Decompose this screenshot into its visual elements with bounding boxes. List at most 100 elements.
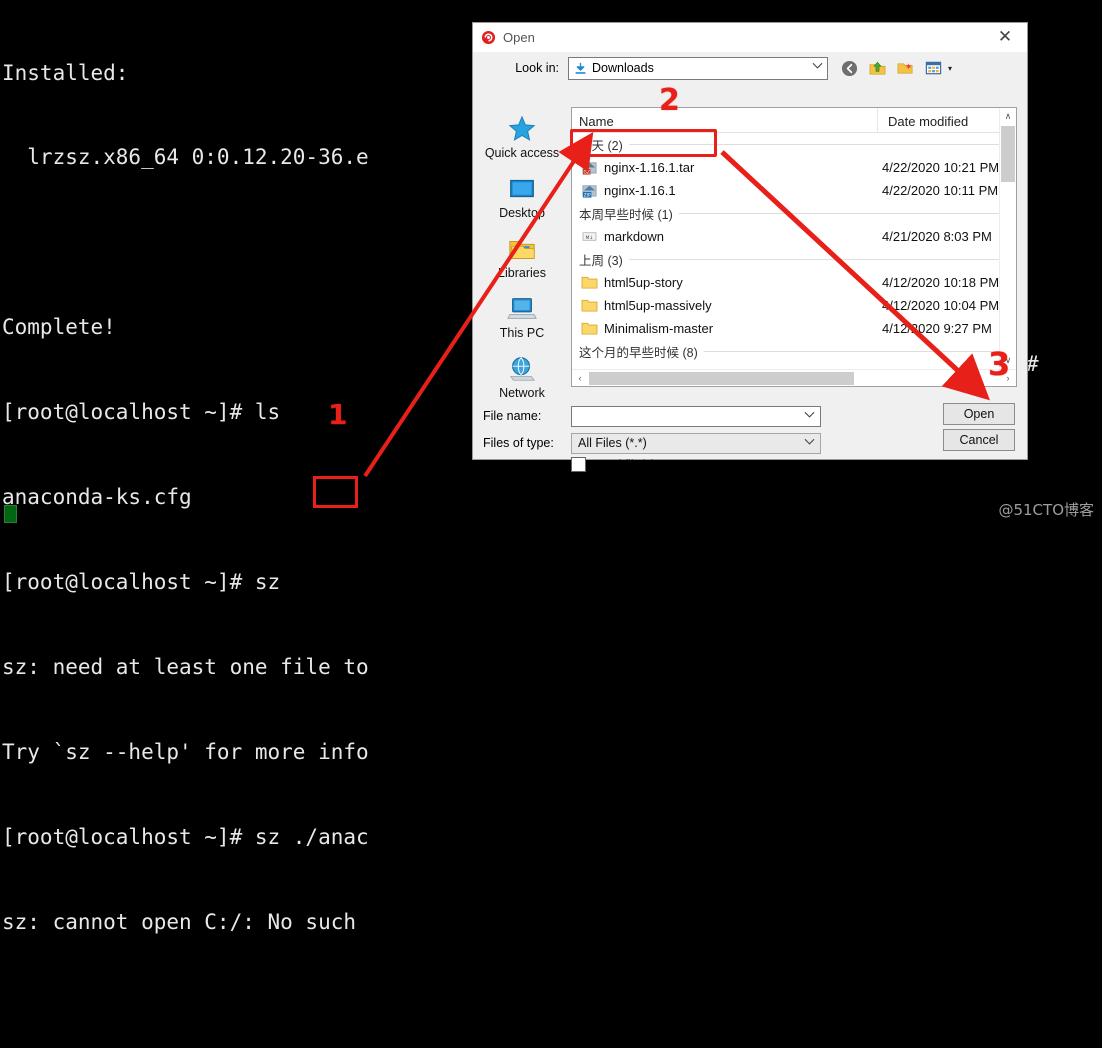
file-date: 4/21/2020 8:03 PM — [882, 229, 992, 244]
terminal-cursor — [4, 505, 17, 523]
chevron-down-icon[interactable] — [804, 410, 815, 422]
file-name: nginx-1.16.1 — [604, 183, 676, 198]
open-file-dialog[interactable]: Open ✕ Look in: Downloads ▾ Quick access… — [472, 22, 1028, 472]
sidebar-item-libraries[interactable]: Libraries — [477, 233, 567, 291]
downloads-icon — [574, 62, 587, 75]
views-caret-icon[interactable]: ▾ — [948, 64, 952, 73]
dialog-title-bar: Open ✕ — [473, 23, 1027, 52]
ascii-checkbox[interactable] — [571, 457, 586, 472]
file-name-row: File name: — [481, 405, 1021, 427]
scroll-up-icon[interactable]: ∧ — [1000, 108, 1016, 125]
annotation-box-rz-command — [313, 476, 358, 508]
places-sidebar[interactable]: Quick access Desktop Libraries This PC N… — [475, 107, 569, 413]
dialog-title: Open — [503, 29, 535, 45]
file-date: 4/12/2020 10:18 PM — [882, 275, 1000, 290]
file-name-input[interactable] — [571, 405, 821, 427]
table-row[interactable]: html5up-massively 4/12/2020 10:04 PM — [572, 294, 1016, 317]
archive-zip-icon: ZIP — [579, 182, 599, 199]
file-date: 4/12/2020 9:27 PM — [882, 321, 992, 336]
app-logo-icon — [481, 30, 496, 45]
group-header[interactable]: 本周早些时候 (1) — [572, 202, 1016, 225]
ascii-checkbox-label: Send file(s) as ASCII — [592, 457, 708, 472]
group-header[interactable]: 这个月的早些时候 (8) — [572, 340, 1016, 363]
sidebar-item-quick-access[interactable]: Quick access — [477, 113, 567, 171]
look-in-label: Look in: — [515, 61, 559, 75]
table-row[interactable]: Minimalism-master 4/12/2020 9:27 PM — [572, 317, 1016, 340]
chevron-down-icon[interactable] — [804, 437, 815, 449]
sidebar-item-label: Libraries — [498, 266, 546, 280]
file-name-label: File name: — [483, 409, 542, 423]
back-icon[interactable] — [839, 58, 860, 79]
svg-text:GZ: GZ — [583, 169, 589, 175]
file-name: nginx-1.16.1.tar — [604, 160, 695, 175]
group-divider — [628, 259, 1012, 260]
sidebar-item-this-pc[interactable]: This PC — [477, 293, 567, 351]
close-icon[interactable]: ✕ — [983, 23, 1027, 51]
folder-icon — [579, 321, 599, 336]
vertical-scroll-thumb[interactable] — [1001, 126, 1015, 182]
archive-gz-icon: GZ — [579, 159, 599, 176]
sidebar-item-label: Quick access — [484, 146, 560, 160]
group-header[interactable]: 上周 (3) — [572, 248, 1016, 271]
new-folder-icon[interactable] — [895, 58, 916, 79]
annotation-number-2: 2 — [659, 83, 680, 118]
chevron-down-icon[interactable] — [812, 61, 823, 73]
file-list-rows[interactable]: 昨天 (2) GZ nginx-1.16.1.tar 4/22/2020 10:… — [572, 133, 1016, 386]
file-name: html5up-story — [604, 275, 683, 290]
group-header-label: 本周早些时候 (1) — [579, 208, 673, 222]
star-icon — [507, 113, 537, 145]
terminal-line: sz: cannot open C:/: No such — [2, 909, 357, 934]
sidebar-item-label: Network — [499, 386, 545, 400]
markdown-file-icon: M↓ — [579, 230, 599, 243]
terminal-line: [root@localhost ~]# sz — [2, 569, 281, 594]
look-in-dropdown[interactable]: Downloads — [568, 56, 828, 80]
table-row[interactable]: M↓ markdown 4/21/2020 8:03 PM — [572, 225, 1016, 248]
folder-icon — [579, 275, 599, 290]
file-date: 4/22/2020 10:21 PM — [882, 160, 1000, 175]
files-of-type-label: Files of type: — [483, 436, 554, 450]
table-row[interactable]: ZIP nginx-1.16.1 4/22/2020 10:11 PM — [572, 179, 1016, 202]
group-header-label: 这个月的早些时候 (8) — [579, 346, 698, 360]
ascii-checkbox-row[interactable]: Send file(s) as ASCII — [571, 457, 707, 472]
folder-icon — [579, 298, 599, 313]
this-pc-icon — [507, 293, 537, 325]
table-row[interactable]: html5up-story 4/12/2020 10:18 PM — [572, 271, 1016, 294]
file-name: html5up-massively — [604, 298, 712, 313]
horizontal-scroll-thumb[interactable] — [589, 371, 854, 385]
svg-text:M↓: M↓ — [585, 235, 593, 241]
network-icon — [507, 353, 537, 385]
terminal-line: anaconda-ks.cfg — [2, 485, 192, 510]
file-date: 4/22/2020 10:11 PM — [882, 183, 999, 198]
cancel-button[interactable]: Cancel — [943, 429, 1015, 451]
sidebar-item-desktop[interactable]: Desktop — [477, 173, 567, 231]
dialog-toolbar[interactable]: ▾ — [839, 58, 952, 79]
terminal-line: sz: need at least one file to — [2, 654, 369, 679]
terminal-line: [root@localhost ~]# sz ./anac — [2, 824, 369, 849]
column-header-date[interactable]: Date modified — [877, 108, 968, 132]
annotation-number-3: 3 — [988, 345, 1011, 383]
svg-text:ZIP: ZIP — [583, 192, 590, 198]
sidebar-item-label: Desktop — [499, 206, 545, 220]
files-of-type-dropdown[interactable]: All Files (*.*) — [571, 432, 821, 454]
files-of-type-value: All Files (*.*) — [578, 436, 647, 450]
look-in-bar: Look in: Downloads ▾ — [473, 52, 1027, 84]
table-row[interactable]: GZ nginx-1.16.1.tar 4/22/2020 10:21 PM — [572, 156, 1016, 179]
libraries-icon — [507, 233, 537, 265]
horizontal-scrollbar[interactable]: ‹ › — [572, 369, 1016, 386]
file-name: Minimalism-master — [604, 321, 714, 336]
sidebar-item-network[interactable]: Network — [477, 353, 567, 411]
sidebar-item-label: This PC — [499, 326, 545, 340]
annotation-box-nginx-file — [570, 129, 717, 157]
file-date: 4/12/2020 10:04 PM — [882, 298, 1000, 313]
scroll-left-icon[interactable]: ‹ — [572, 373, 588, 383]
terminal-line: Try `sz --help' for more info — [2, 739, 369, 764]
views-icon[interactable] — [923, 58, 944, 79]
files-of-type-row: Files of type: All Files (*.*) — [481, 432, 1021, 454]
annotation-number-1: 1 — [328, 398, 348, 431]
group-divider — [678, 213, 1012, 214]
up-folder-icon[interactable] — [867, 58, 888, 79]
group-header-label: 上周 (3) — [579, 254, 623, 268]
file-name: markdown — [604, 229, 664, 244]
open-button[interactable]: Open — [943, 403, 1015, 425]
